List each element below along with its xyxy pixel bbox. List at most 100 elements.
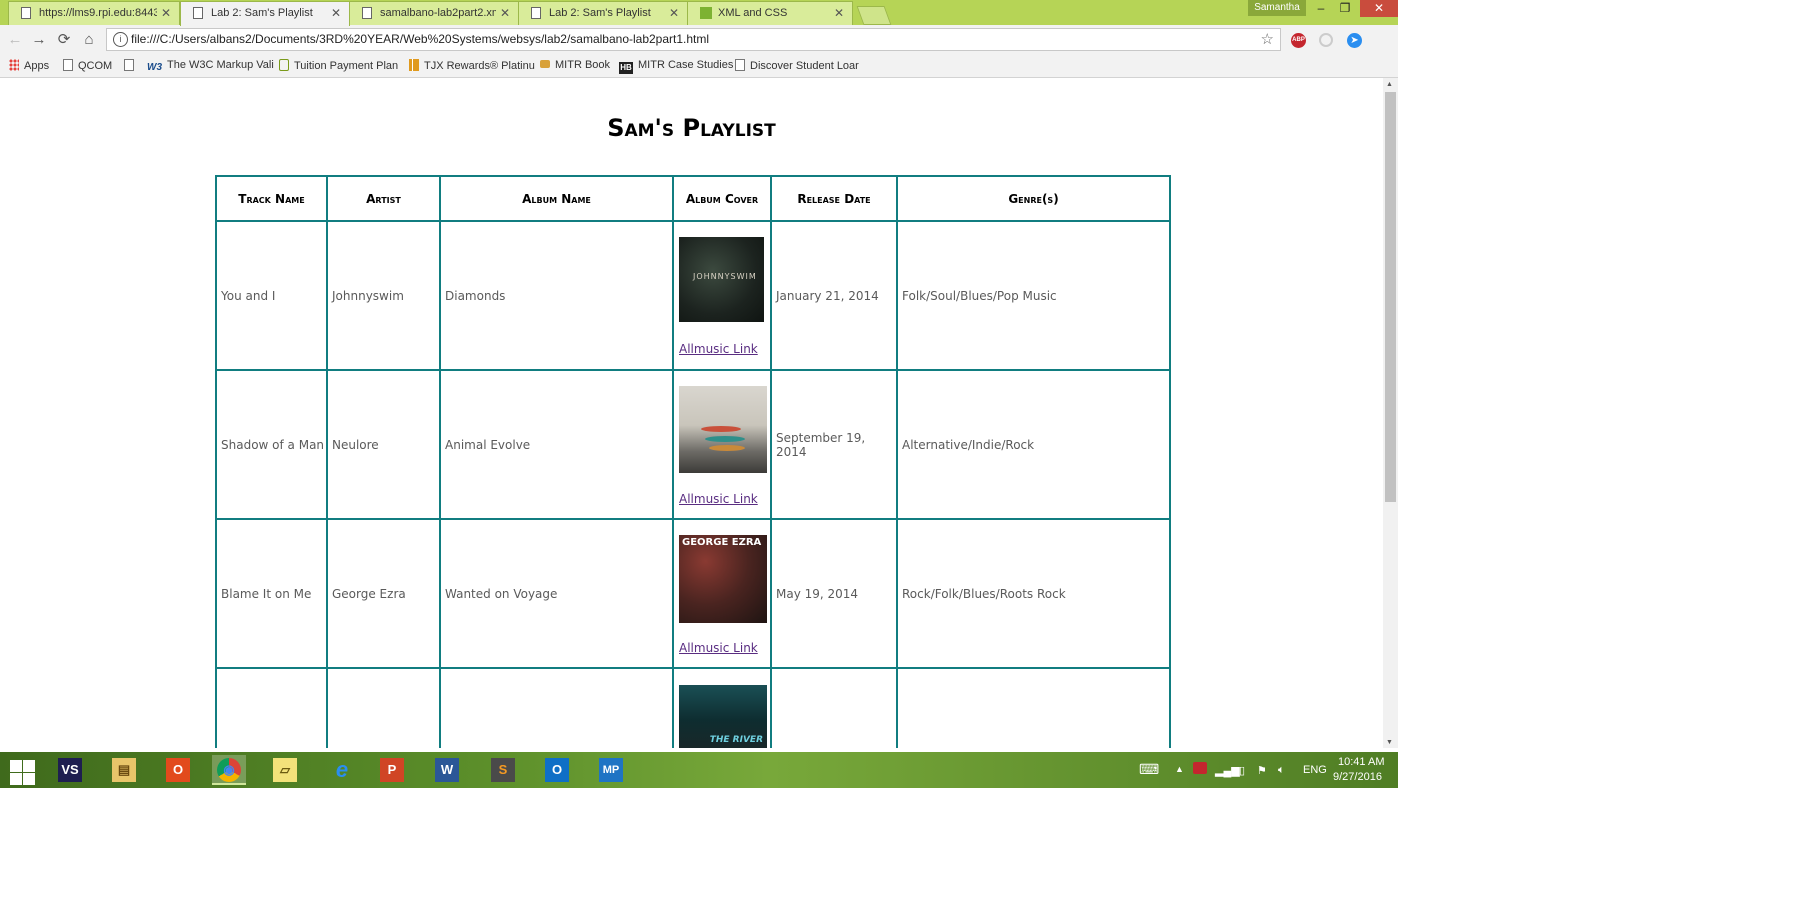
bookmark-discover[interactable]: Discover Student Loar [735,59,859,72]
restore-button[interactable]: ❐ [1334,0,1356,17]
start-button[interactable] [8,758,35,785]
bookmark-untitled[interactable] [124,59,139,72]
extension-icon[interactable] [1319,33,1333,47]
messenger-icon[interactable]: ➤ [1347,33,1362,48]
wifi-signal-icon[interactable]: ▂▄▆ [1215,764,1240,777]
album-cover-image [679,385,767,473]
hb-icon: HB [619,62,633,74]
taskbar-media-player[interactable]: MP [594,755,628,785]
scroll-down-icon[interactable]: ▼ [1386,739,1393,746]
tab-lms[interactable]: https://lms9.rpi.edu:8443 ✕ [8,1,180,25]
volume-icon[interactable]: 🔈︎ [1278,764,1285,777]
bookmark-mitr-case-studies[interactable]: HB MITR Case Studies [619,59,733,74]
info-icon[interactable]: i [113,32,128,47]
taskbar-sublime-text[interactable]: S [486,755,520,785]
browser-window: https://lms9.rpi.edu:8443 ✕ Lab 2: Sam's… [0,0,1398,790]
clock-time[interactable]: 10:41 AM [1338,756,1384,768]
taskbar-file-explorer[interactable]: ▤ [107,755,141,785]
artist: Johnnyswim [326,220,441,371]
page-viewport: Sam's Playlist Track Name Artist Album N… [0,78,1383,748]
genres: Rock/Folk/Blues/Roots Rock [896,518,1171,669]
column-header: Genre(s) [896,175,1171,222]
page-icon [193,7,203,19]
device-icon[interactable]: ▯ [1239,764,1245,777]
sticky-notes-icon: ▱ [273,758,297,782]
close-icon[interactable]: ✕ [500,6,510,20]
genres: Alternative/Indie/Rock [896,369,1171,520]
new-tab-button[interactable] [856,6,892,25]
table-row: Shadow of a Man Neulore Animal Evolve Al… [215,369,1171,520]
notification-app-icon[interactable] [1193,762,1207,774]
column-header: Album Cover [672,175,772,222]
genres [896,667,1171,748]
minimize-button[interactable]: – [1310,0,1332,17]
artist: Neulore [326,369,441,520]
bookmark-apps[interactable]: Apps [9,59,49,72]
release-date: September 19, 2014 [770,369,898,520]
powerpoint-icon: P [380,758,404,782]
bookmark-w3c-validator[interactable]: W3 The W3C Markup Vali [147,59,274,74]
profile-button[interactable]: Samantha [1248,0,1306,16]
adblock-icon[interactable]: ABP [1291,33,1306,48]
taskbar-chrome[interactable]: ◉ [212,755,246,785]
close-icon[interactable]: ✕ [161,6,171,20]
home-button[interactable]: ⌂ [80,31,98,49]
artist: George Ezra [326,518,441,669]
playlist-table: Track Name Artist Album Name Album Cover… [215,175,1171,748]
apps-icon [9,59,19,71]
taskbar-outlook[interactable]: O [540,755,574,785]
clock-date[interactable]: 9/27/2016 [1333,771,1382,783]
bookmark-tuition[interactable]: Tuition Payment Plan [279,59,398,72]
taskbar-office[interactable]: O [161,755,195,785]
taskbar-word[interactable]: W [430,755,464,785]
album-cover-image: THE RIVER [679,685,767,748]
back-button[interactable]: ← [6,31,24,49]
language-indicator[interactable]: ENG [1303,764,1327,776]
tab-sams-playlist[interactable]: Lab 2: Sam's Playlist ✕ [518,1,688,25]
url-text[interactable]: file:///C:/Users/albans2/Documents/3RD%2… [131,32,709,46]
star-icon[interactable]: ☆ [1261,30,1274,48]
tab-title: Lab 2: Sam's Playlist [549,7,651,19]
bookmark-tjx[interactable]: TJX Rewards® Platinu [409,59,535,72]
track-name: Blame It on Me [215,518,328,669]
taskbar-sticky-notes[interactable]: ▱ [268,755,302,785]
taskbar-internet-explorer[interactable]: e [325,755,359,785]
sublime-text-icon: S [491,758,515,782]
address-bar[interactable]: i file:///C:/Users/albans2/Documents/3RD… [106,28,1281,51]
reload-button[interactable]: ⟳ [55,31,73,49]
close-icon[interactable]: ✕ [834,6,844,20]
folder-icon: ▤ [112,758,136,782]
tab-xml-and-css[interactable]: XML and CSS ✕ [687,1,853,25]
chevron-up-icon[interactable]: ▲ [1175,764,1184,774]
bookmark-mitr-book[interactable]: MITR Book [540,59,610,71]
allmusic-link[interactable]: Allmusic Link [679,641,770,655]
allmusic-link[interactable]: Allmusic Link [679,342,770,356]
page-title: Sam's Playlist [607,114,776,142]
tab-title: https://lms9.rpi.edu:8443 [39,7,157,19]
genres: Folk/Soul/Blues/Pop Music [896,220,1171,371]
album-cover-cell: Allmusic Link [672,369,772,520]
windows-logo-icon [10,760,22,772]
album-cover-cell: THE RIVER [672,667,772,748]
bookmarks-bar: Apps QCOM W3 The W3C Markup Vali Tuition … [0,55,1398,78]
keyboard-icon[interactable]: ⌨ [1139,761,1159,778]
vertical-scrollbar[interactable]: ▲ ▼ [1383,78,1398,748]
flag-icon[interactable]: ⚑ [1257,764,1267,777]
w3c-icon: W3 [147,62,162,73]
scroll-thumb[interactable] [1385,92,1396,502]
tab-xml-file[interactable]: samalbano-lab2part2.xml ✕ [349,1,519,25]
close-window-button[interactable]: ✕ [1360,0,1398,17]
taskbar-powerpoint[interactable]: P [375,755,409,785]
forward-button[interactable]: → [30,31,48,49]
album-cover-image: JOHNNYSWIM [679,237,764,322]
track-name: You and I [215,220,328,371]
release-date [770,667,898,748]
close-icon[interactable]: ✕ [331,6,341,20]
bookmark-qcom[interactable]: QCOM [63,59,112,72]
allmusic-link[interactable]: Allmusic Link [679,492,770,506]
tab-strip: https://lms9.rpi.edu:8443 ✕ Lab 2: Sam's… [0,0,1398,26]
taskbar-visual-studio[interactable]: VS [53,755,87,785]
scroll-up-icon[interactable]: ▲ [1386,81,1393,88]
tab-sams-playlist-active[interactable]: Lab 2: Sam's Playlist ✕ [180,1,350,26]
close-icon[interactable]: ✕ [669,6,679,20]
